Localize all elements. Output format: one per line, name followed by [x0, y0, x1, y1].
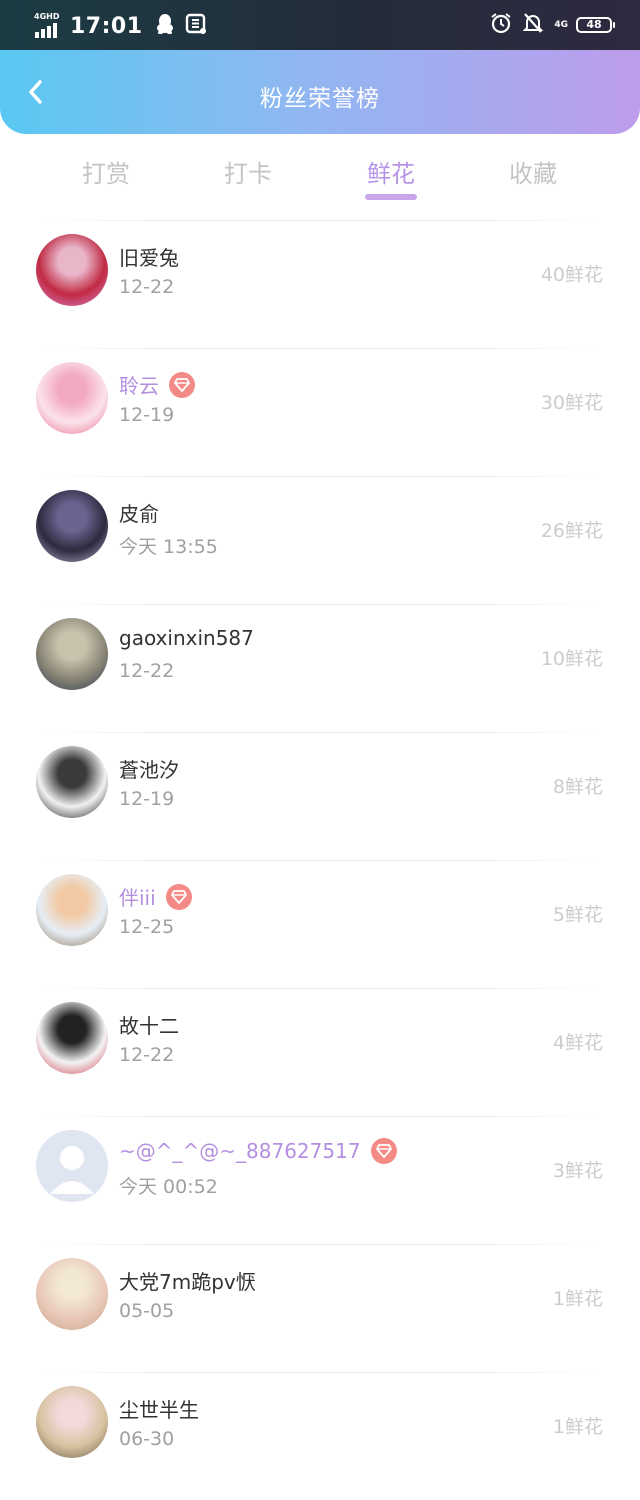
- flower-count: 8鲜花: [552, 776, 603, 798]
- flower-count: 1鲜花: [552, 1416, 603, 1438]
- row-divider: [40, 1372, 600, 1373]
- fan-date: 05-05: [119, 1300, 175, 1322]
- fan-name-text: gaoxinxin587: [119, 626, 254, 650]
- fan-date: 今天 13:55: [119, 536, 218, 558]
- avatar[interactable]: [36, 1386, 108, 1458]
- fan-list-item[interactable]: 聆云 12-19 30鲜花: [0, 348, 640, 476]
- fan-name-text: 大党7m跪pv恹: [119, 1270, 256, 1294]
- fan-list-item[interactable]: ~@^_^@~_887627517 今天 00:52 3鲜花: [0, 1116, 640, 1244]
- fan-name-text: 旧爱兔: [119, 246, 179, 270]
- fan-date: 12-25: [119, 916, 175, 938]
- avatar[interactable]: [36, 234, 108, 306]
- battery-icon: 48: [576, 17, 615, 33]
- fan-name: 皮俞: [119, 498, 159, 527]
- row-divider: [40, 732, 600, 733]
- fan-date: 12-19: [119, 788, 175, 810]
- flower-count: 40鲜花: [540, 264, 603, 286]
- flower-count: 26鲜花: [540, 520, 603, 542]
- fan-name: 聆云: [119, 370, 195, 399]
- avatar[interactable]: [36, 362, 108, 434]
- row-divider: [40, 604, 600, 605]
- row-divider: [40, 348, 600, 349]
- fan-list-item[interactable]: 故十二 12-22 4鲜花: [0, 988, 640, 1116]
- fan-name: 大党7m跪pv恹: [119, 1266, 256, 1295]
- signal-icon: 4GHD: [34, 12, 64, 40]
- tab-checkin[interactable]: 打卡: [177, 154, 319, 189]
- vip-diamond-icon: [370, 1138, 397, 1164]
- flower-count: 30鲜花: [540, 392, 603, 414]
- row-divider: [40, 476, 600, 477]
- tab-favorites[interactable]: 收藏: [462, 154, 604, 189]
- tab-bar: 打赏 打卡 鲜花 收藏: [0, 134, 640, 220]
- row-divider: [40, 220, 600, 221]
- flower-count: 4鲜花: [552, 1032, 603, 1054]
- status-bar-left: 4GHD 17:01: [34, 10, 217, 42]
- page-title: 粉丝荣誉榜: [260, 86, 380, 112]
- fan-name: ~@^_^@~_887627517: [119, 1138, 397, 1164]
- fan-date: 06-30: [119, 1428, 175, 1450]
- tab-flowers[interactable]: 鲜花: [320, 154, 462, 189]
- status-bar-right: 4G 48: [490, 12, 615, 38]
- tab-active-indicator: [365, 194, 417, 200]
- network-4g-label: 4G: [554, 19, 568, 30]
- avatar[interactable]: [36, 1258, 108, 1330]
- row-divider: [40, 1116, 600, 1117]
- avatar[interactable]: [36, 618, 108, 690]
- fan-list-item[interactable]: 皮俞今天 13:55 26鲜花: [0, 476, 640, 604]
- mute-bell-icon: [522, 12, 544, 38]
- fan-name-text: 蒼池汐: [119, 758, 179, 782]
- fan-name-text: 聆云: [119, 374, 159, 398]
- fan-date: 12-19: [119, 404, 175, 426]
- avatar[interactable]: [36, 874, 108, 946]
- fan-name: 蒼池汐: [119, 754, 179, 783]
- vip-diamond-icon: [165, 883, 192, 910]
- row-divider: [40, 988, 600, 989]
- avatar[interactable]: [36, 490, 108, 562]
- avatar[interactable]: [36, 1130, 108, 1202]
- status-bar: 4GHD 17:01 4G 48: [0, 0, 640, 50]
- fan-list-item[interactable]: 伴iii 12-25 5鲜花: [0, 860, 640, 988]
- fan-date: 12-22: [119, 660, 175, 682]
- fan-name-text: 伴iii: [119, 886, 156, 910]
- fan-list-item[interactable]: 尘世半生 06-30 1鲜花: [0, 1372, 640, 1500]
- fan-name: 伴iii: [119, 882, 192, 911]
- fan-name-text: ~@^_^@~_887627517: [119, 1139, 361, 1163]
- battery-level: 48: [586, 18, 602, 31]
- fan-list-item[interactable]: gaoxinxin587 12-22 10鲜花: [0, 604, 640, 732]
- fan-list-item[interactable]: 蒼池汐 12-19 8鲜花: [0, 732, 640, 860]
- fan-list-item[interactable]: 旧爱兔 12-22 40鲜花: [0, 220, 640, 348]
- avatar[interactable]: [36, 1002, 108, 1074]
- flower-count: 1鲜花: [552, 1288, 603, 1310]
- fan-list-item[interactable]: 大党7m跪pv恹 05-05 1鲜花: [0, 1244, 640, 1372]
- flower-count: 10鲜花: [540, 648, 603, 670]
- fan-name-text: 故十二: [119, 1014, 179, 1038]
- avatar[interactable]: [36, 746, 108, 818]
- header-bar: 粉丝荣誉榜: [0, 50, 640, 134]
- network-label: 4GHD: [34, 12, 60, 21]
- vip-diamond-icon: [169, 371, 195, 398]
- qq-penguin-icon: [155, 13, 175, 39]
- fan-name: 故十二: [119, 1010, 179, 1039]
- fan-date: 12-22: [119, 1044, 175, 1066]
- flower-count: 5鲜花: [552, 904, 603, 926]
- row-divider: [40, 860, 600, 861]
- fan-name: gaoxinxin587: [119, 626, 254, 650]
- fan-name-text: 皮俞: [119, 502, 159, 526]
- fan-name: 旧爱兔: [119, 242, 179, 271]
- alarm-icon: [490, 12, 512, 38]
- clock: 17:01: [70, 13, 143, 39]
- flower-count: 3鲜花: [552, 1160, 603, 1182]
- tab-reward[interactable]: 打赏: [35, 154, 177, 189]
- sim-app-icon: [185, 13, 207, 39]
- fan-date: 今天 00:52: [119, 1176, 218, 1198]
- row-divider: [40, 1244, 600, 1245]
- fan-name: 尘世半生: [119, 1394, 199, 1423]
- fan-date: 12-22: [119, 276, 175, 298]
- fan-name-text: 尘世半生: [119, 1398, 199, 1422]
